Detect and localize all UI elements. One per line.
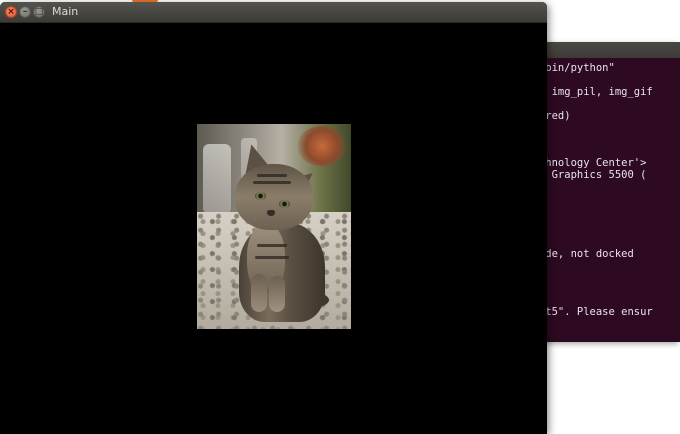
maximize-glyph: □ bbox=[34, 6, 44, 17]
image-background-blur bbox=[203, 144, 231, 214]
kitten-stripe bbox=[253, 181, 291, 184]
kitten-nose bbox=[267, 210, 275, 216]
kitten-leg bbox=[251, 274, 267, 312]
minimize-glyph: – bbox=[22, 6, 28, 17]
kitten-eye bbox=[255, 192, 266, 200]
close-glyph: × bbox=[7, 6, 15, 17]
minimize-icon[interactable]: – bbox=[19, 6, 31, 18]
main-window[interactable]: × – □ Main bbox=[0, 2, 547, 434]
display-canvas[interactable] bbox=[0, 23, 547, 434]
image-background-flower bbox=[297, 126, 347, 166]
main-window-titlebar[interactable]: × – □ Main bbox=[0, 2, 547, 23]
kitten-stripe bbox=[257, 244, 287, 247]
kitten-leg bbox=[269, 276, 285, 312]
kitten-stripe bbox=[255, 256, 289, 259]
kitten-stripe bbox=[257, 174, 287, 177]
close-icon[interactable]: × bbox=[5, 6, 17, 18]
maximize-icon[interactable]: □ bbox=[33, 6, 45, 18]
kitten-image bbox=[197, 124, 351, 329]
kitten-eye bbox=[279, 200, 290, 208]
desktop: da3/bin/python" dl2, img_pil, img_gif ig… bbox=[0, 0, 680, 434]
window-title: Main bbox=[52, 5, 79, 18]
